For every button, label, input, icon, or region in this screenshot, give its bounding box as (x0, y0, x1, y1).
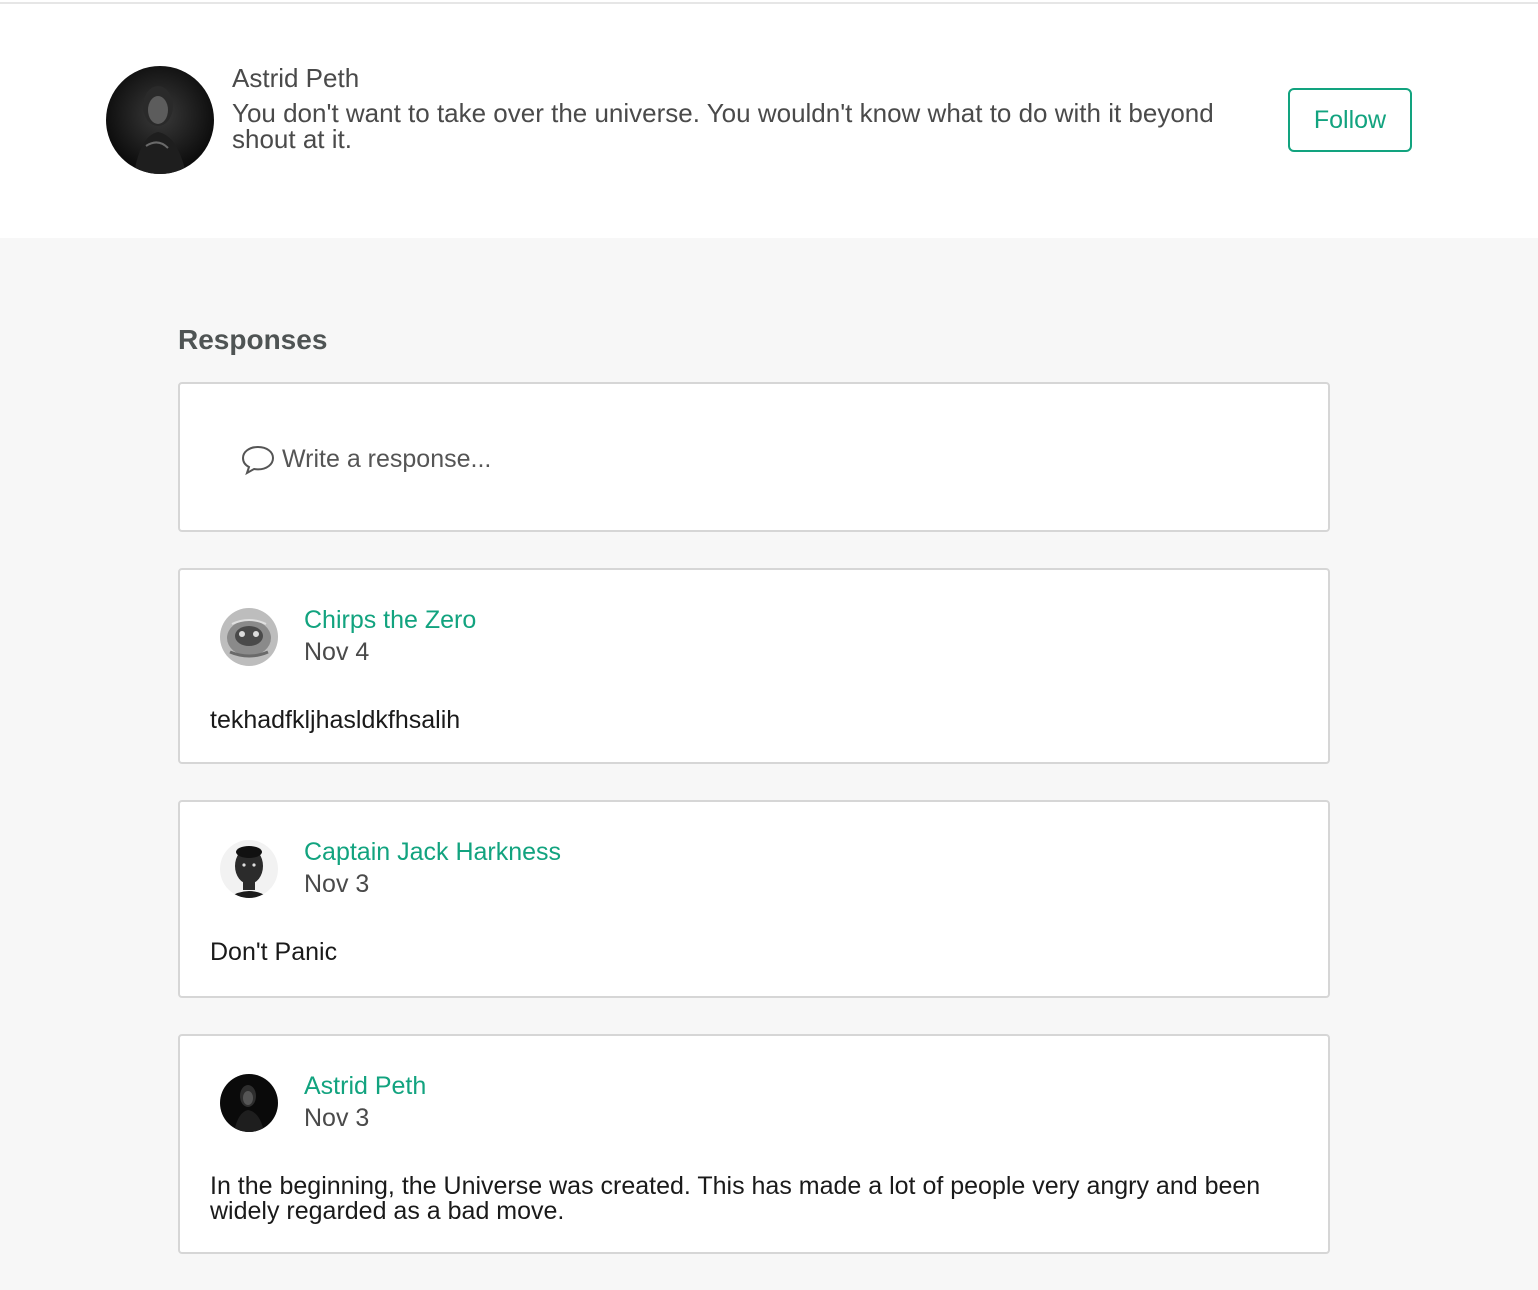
author-header: Astrid Peth You don't want to take over … (0, 4, 1538, 238)
speech-bubble-icon (240, 442, 276, 476)
write-response-box[interactable]: Write a response... (178, 382, 1330, 532)
response-body: Don't Panic (210, 938, 338, 966)
response-card: Chirps the Zero Nov 4 tekhadfkljhasldkfh… (178, 568, 1330, 764)
avatar[interactable] (220, 840, 278, 898)
response-card: Captain Jack Harkness Nov 3 Don't Panic (178, 800, 1330, 998)
write-response-placeholder: Write a response... (282, 445, 492, 473)
response-body: In the beginning, the Universe was creat… (210, 1172, 1261, 1225)
response-author-name[interactable]: Astrid Peth (304, 1070, 426, 1102)
response-body: tekhadfkljhasldkfhsalih (210, 706, 461, 734)
author-bio: You don't want to take over the universe… (232, 98, 1214, 154)
response-author-name[interactable]: Chirps the Zero (304, 604, 476, 636)
response-card: Astrid Peth Nov 3 In the beginning, the … (178, 1034, 1330, 1254)
responses-heading: Responses (178, 324, 328, 355)
avatar[interactable] (220, 1074, 278, 1132)
follow-button[interactable]: Follow (1288, 88, 1412, 152)
author-name[interactable]: Astrid Peth (232, 62, 359, 94)
response-date: Nov 3 (304, 1104, 370, 1132)
response-author-name[interactable]: Captain Jack Harkness (304, 836, 561, 868)
avatar[interactable] (220, 608, 278, 666)
response-date: Nov 4 (304, 638, 370, 666)
author-avatar[interactable] (106, 66, 214, 174)
response-date: Nov 3 (304, 870, 370, 898)
